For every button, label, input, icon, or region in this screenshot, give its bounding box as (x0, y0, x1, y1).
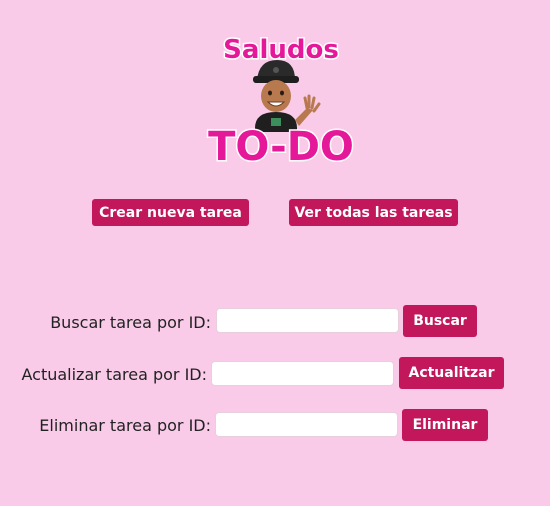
logo-graphic: Saludos TO-DO (207, 34, 356, 171)
delete-by-id-label: Eliminar tarea por ID: (39, 416, 211, 435)
search-button[interactable]: Buscar (403, 305, 477, 337)
search-id-input[interactable] (216, 308, 399, 333)
search-by-id-label: Buscar tarea por ID: (50, 313, 211, 332)
app-logo: Saludos TO-DO (195, 28, 370, 171)
logo-title: TO-DO (208, 124, 354, 170)
delete-button[interactable]: Eliminar (402, 409, 488, 441)
view-all-tasks-button[interactable]: Ver todas las tareas (289, 199, 458, 226)
avatar-illustration (253, 60, 321, 132)
update-by-id-label: Actualizar tarea por ID: (21, 365, 207, 384)
update-id-input[interactable] (211, 361, 394, 386)
delete-id-input[interactable] (215, 412, 398, 437)
create-task-button[interactable]: Crear nueva tarea (92, 199, 249, 226)
update-button[interactable]: Actualitzar (399, 357, 504, 389)
